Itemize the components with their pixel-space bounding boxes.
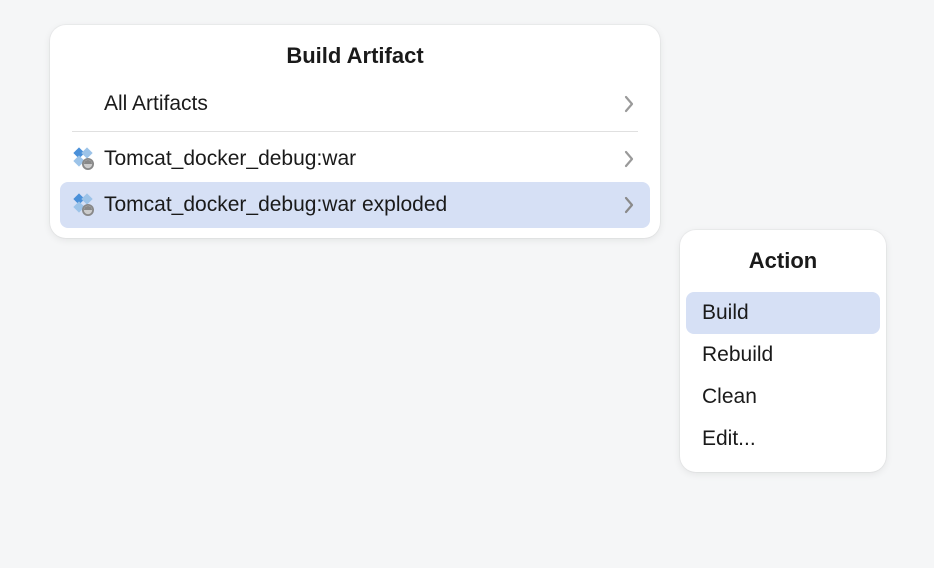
action-label: Edit...	[702, 427, 756, 451]
action-rebuild[interactable]: Rebuild	[686, 334, 880, 376]
artifact-icon	[70, 192, 96, 218]
action-label: Build	[702, 301, 749, 325]
build-artifact-title: Build Artifact	[50, 25, 660, 81]
action-build[interactable]: Build	[686, 292, 880, 334]
artifact-item-war-exploded[interactable]: Tomcat_docker_debug:war exploded	[60, 182, 650, 228]
build-artifact-panel: Build Artifact All Artifacts Tomcat_dock…	[50, 25, 660, 238]
artifact-icon	[70, 146, 96, 172]
action-title: Action	[680, 230, 886, 286]
action-edit[interactable]: Edit...	[686, 418, 880, 460]
all-artifacts-label: All Artifacts	[104, 92, 616, 116]
chevron-right-icon	[624, 150, 634, 168]
artifact-item-label: Tomcat_docker_debug:war	[104, 147, 616, 171]
chevron-right-icon	[624, 95, 634, 113]
chevron-right-icon	[624, 196, 634, 214]
action-label: Clean	[702, 385, 757, 409]
action-label: Rebuild	[702, 343, 773, 367]
action-panel: Action Build Rebuild Clean Edit...	[680, 230, 886, 472]
divider	[72, 131, 638, 132]
action-list: Build Rebuild Clean Edit...	[680, 286, 886, 472]
action-clean[interactable]: Clean	[686, 376, 880, 418]
artifact-item-war[interactable]: Tomcat_docker_debug:war	[60, 136, 650, 182]
artifact-item-label: Tomcat_docker_debug:war exploded	[104, 193, 616, 217]
all-artifacts-item[interactable]: All Artifacts	[60, 81, 650, 127]
